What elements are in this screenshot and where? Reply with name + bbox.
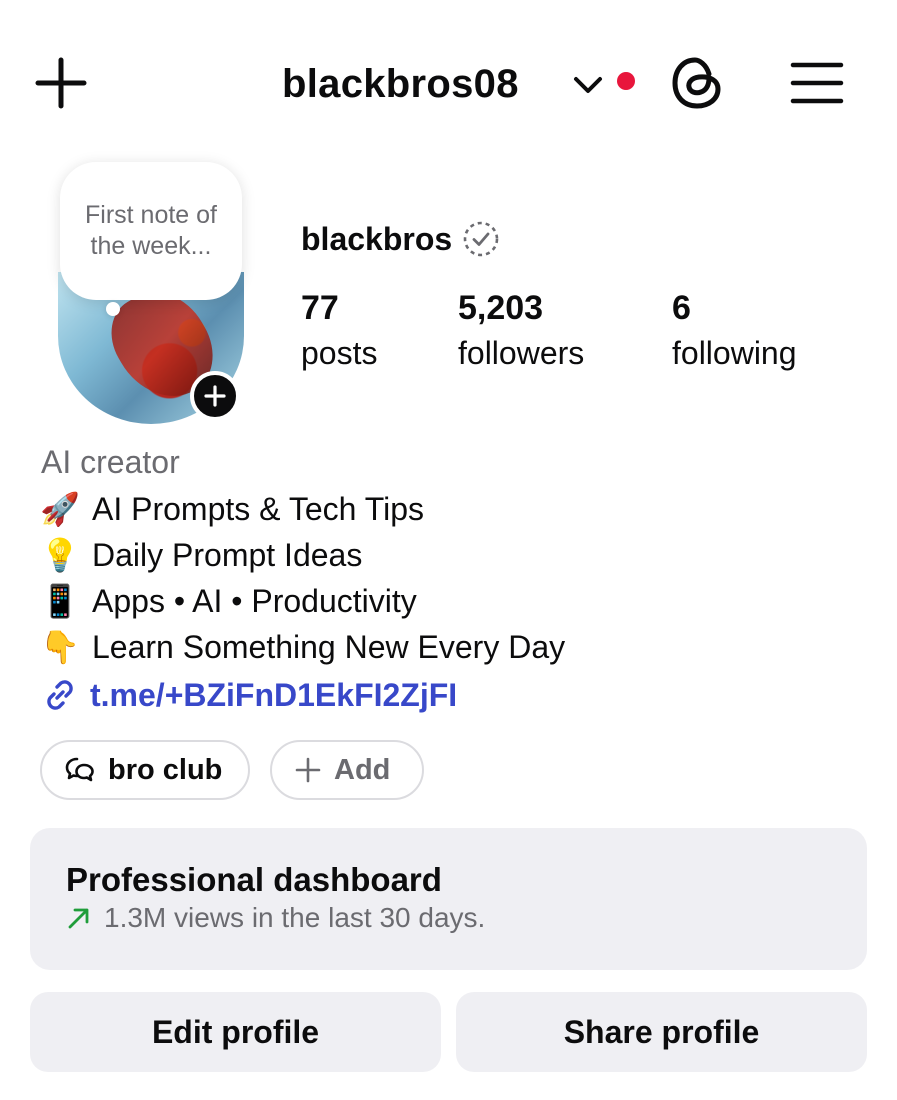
- dashboard-subtitle: 1.3M views in the last 30 days.: [104, 902, 486, 933]
- add-chip[interactable]: Add: [270, 740, 424, 800]
- stat-followers-value: 5,203: [458, 289, 544, 327]
- profile-link[interactable]: t.me/+BZiFnD1EkFI2ZjFI: [40, 675, 457, 715]
- bio-line: 🚀 AI Prompts & Tech Tips: [40, 486, 565, 532]
- stat-posts-value: 77: [301, 289, 339, 327]
- lightbulb-emoji-icon: 💡: [40, 537, 80, 573]
- trend-up-arrow-icon: [68, 908, 89, 929]
- header-username[interactable]: blackbros08: [282, 62, 519, 107]
- stat-posts-label: posts: [301, 335, 378, 371]
- bio-line: 👇 Learn Something New Every Day: [40, 624, 565, 670]
- share-profile-button[interactable]: Share profile: [456, 992, 867, 1072]
- notification-dot: [617, 72, 635, 90]
- add-chip-label: Add: [334, 753, 391, 786]
- pointing-down-emoji-icon: 👇: [40, 629, 80, 665]
- add-story-icon[interactable]: [190, 371, 240, 421]
- rocket-emoji-icon: 🚀: [40, 491, 80, 527]
- dashboard-title: Professional dashboard: [66, 861, 442, 898]
- profile-category: AI creator: [41, 444, 180, 480]
- display-name-row: blackbros: [301, 220, 500, 258]
- plus-icon: [295, 757, 321, 783]
- stat-following-value: 6: [672, 289, 691, 327]
- channel-chip[interactable]: bro club: [40, 740, 250, 800]
- chat-bubbles-icon: [65, 757, 94, 782]
- professional-dashboard[interactable]: Professional dashboard 1.3M views in the…: [30, 828, 867, 970]
- note-text: First note of the week...: [85, 201, 217, 260]
- stat-posts[interactable]: 77 posts: [301, 288, 377, 378]
- threads-icon[interactable]: [667, 52, 727, 114]
- verified-badge-icon[interactable]: [462, 220, 500, 258]
- create-plus-icon[interactable]: [30, 52, 92, 114]
- phone-emoji-icon: 📱: [40, 583, 80, 619]
- link-icon: [47, 680, 73, 710]
- bio-line: 📱 Apps • AI • Productivity: [40, 578, 565, 624]
- dashboard-subtitle-row: 1.3M views in the last 30 days.: [66, 902, 831, 934]
- stat-following-label: following: [672, 335, 797, 371]
- profile-link-text[interactable]: t.me/+BZiFnD1EkFI2ZjFI: [90, 677, 457, 714]
- stat-following[interactable]: 6 following: [672, 288, 797, 378]
- note-bubble[interactable]: First note of the week...: [60, 162, 242, 300]
- top-bar: blackbros08: [0, 0, 897, 165]
- stat-followers[interactable]: 5,203 followers: [458, 288, 584, 378]
- bio-text: Learn Something New Every Day: [92, 628, 566, 665]
- channel-chip-label: bro club: [108, 753, 223, 786]
- bio-text: AI Prompts & Tech Tips: [92, 490, 424, 527]
- display-name: blackbros: [301, 220, 453, 257]
- bio-text: Apps • AI • Productivity: [92, 582, 417, 619]
- edit-profile-button[interactable]: Edit profile: [30, 992, 441, 1072]
- bio: 🚀 AI Prompts & Tech Tips 💡 Daily Prompt …: [40, 486, 565, 670]
- bio-text: Daily Prompt Ideas: [92, 536, 363, 573]
- chevron-down-icon[interactable]: [568, 66, 608, 102]
- menu-icon[interactable]: [786, 56, 848, 110]
- bio-line: 💡 Daily Prompt Ideas: [40, 532, 565, 578]
- note-bubble-tail: [106, 302, 120, 316]
- stat-followers-label: followers: [458, 335, 585, 371]
- account-switcher[interactable]: blackbros08: [282, 56, 519, 112]
